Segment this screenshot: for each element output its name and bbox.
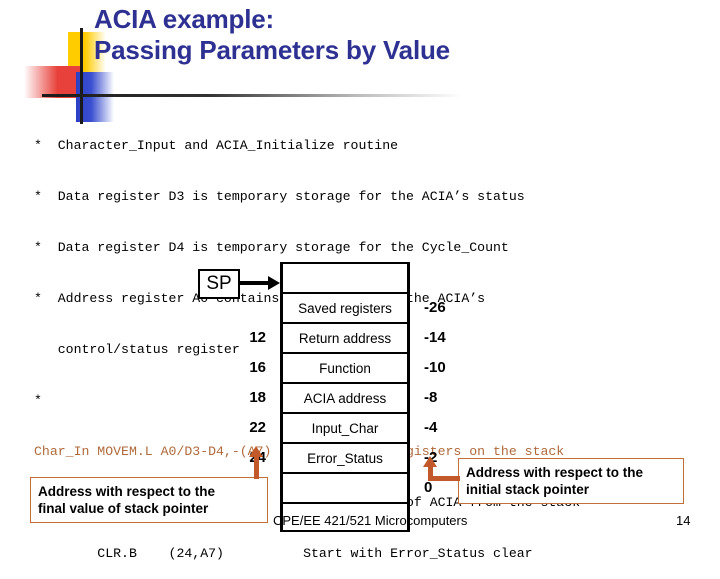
stack-left-offset: 18 bbox=[249, 388, 266, 406]
stack-right-offset bbox=[416, 262, 476, 292]
slide-title: ACIA example: Passing Parameters by Valu… bbox=[94, 4, 694, 66]
stack-row: Error_Status bbox=[280, 442, 410, 472]
callout-right-connector-arrow-icon bbox=[423, 456, 437, 467]
stack-row bbox=[280, 472, 410, 502]
stack-table: Saved registers Return address Function … bbox=[280, 262, 410, 532]
code-comment-line: * Character_Input and ACIA_Initialize ro… bbox=[34, 138, 399, 153]
stack-row: Return address bbox=[280, 322, 410, 352]
callout-right-line-1: Address with respect to the bbox=[466, 465, 644, 480]
footer-page-number: 14 bbox=[676, 513, 691, 528]
slide-title-line-2: Passing Parameters by Value bbox=[94, 35, 450, 65]
slide-title-line-1: ACIA example: bbox=[94, 4, 274, 34]
stack-pointer-arrow-head-icon bbox=[268, 276, 280, 290]
stack-row: Input_Char bbox=[280, 412, 410, 442]
callout-final-stack-pointer: Address with respect to the final value … bbox=[30, 477, 268, 523]
stack-left-offset: 12 bbox=[249, 328, 266, 346]
stack-row: Saved registers bbox=[280, 292, 410, 322]
stack-pointer-box: SP bbox=[198, 269, 240, 299]
stack-left-offset: 22 bbox=[249, 418, 266, 436]
callout-left-connector-arrow-icon bbox=[249, 446, 263, 457]
logo-horizontal-rule bbox=[42, 94, 462, 97]
stack-right-offset: -10 bbox=[424, 358, 446, 376]
footer-course-label: CPE/EE 421/521 Microcomputers bbox=[273, 513, 468, 528]
code-instruction-line: CLR.B (24,A7) Start with Error_Status cl… bbox=[34, 546, 533, 561]
callout-right-connector-shaft-vertical bbox=[428, 466, 433, 480]
code-comment-line: * Data register D3 is temporary storage … bbox=[34, 189, 525, 204]
callout-left-line-2: final value of stack pointer bbox=[38, 501, 209, 516]
stack-row bbox=[280, 262, 410, 292]
callout-right-line-2: initial stack pointer bbox=[466, 482, 590, 497]
callout-left-line-1: Address with respect to the bbox=[38, 484, 216, 499]
stack-left-offset: 16 bbox=[249, 358, 266, 376]
stack-right-offset: -8 bbox=[424, 388, 438, 406]
callout-left-connector-shaft bbox=[254, 455, 259, 479]
callout-initial-stack-pointer: Address with respect to the initial stac… bbox=[458, 458, 684, 504]
code-comment-line: * Data register D4 is temporary storage … bbox=[34, 240, 509, 255]
stack-right-offset: -26 bbox=[424, 298, 446, 316]
stack-row: ACIA address bbox=[280, 382, 410, 412]
stack-right-offset: -4 bbox=[424, 418, 438, 436]
stack-row: Function bbox=[280, 352, 410, 382]
stack-right-offset: -14 bbox=[424, 328, 446, 346]
